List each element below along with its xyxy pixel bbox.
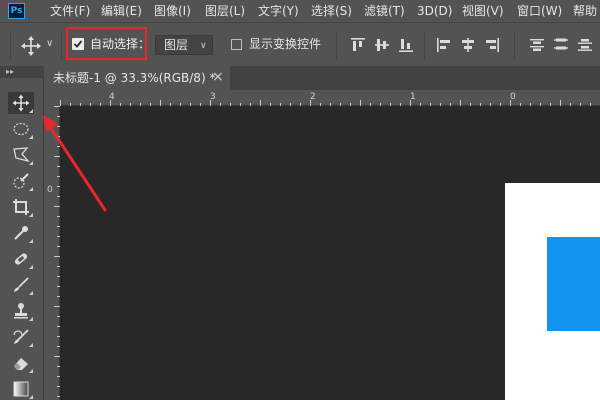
options-separator bbox=[424, 31, 425, 59]
menu-bar: Ps 文件(F) 编辑(E) 图像(I) 图层(L) 文字(Y) 选择(S) 滤… bbox=[0, 0, 600, 22]
menu-layer[interactable]: 图层(L) bbox=[205, 0, 245, 22]
show-transform-checkbox[interactable] bbox=[231, 39, 242, 50]
collapse-arrows-icon[interactable]: ▸▸ bbox=[6, 66, 14, 78]
healing-brush-icon bbox=[14, 253, 28, 265]
menu-file[interactable]: 文件(F) bbox=[50, 0, 90, 22]
document-tab-label: 未标题-1 @ 33.3%(RGB/8) * bbox=[53, 71, 216, 85]
quick-selection-icon bbox=[13, 173, 29, 189]
align-vertical-centers-icon[interactable] bbox=[374, 37, 390, 53]
document-tab[interactable]: 未标题-1 @ 33.3%(RGB/8) * × bbox=[44, 66, 230, 90]
menu-filter[interactable]: 滤镜(T) bbox=[364, 0, 405, 22]
blue-rectangle-layer[interactable] bbox=[547, 237, 600, 331]
panel-collapse-strip[interactable]: ▸▸ bbox=[0, 66, 44, 78]
options-separator bbox=[61, 31, 62, 59]
menu-type[interactable]: 文字(Y) bbox=[258, 0, 299, 22]
distribute-top-icon[interactable] bbox=[529, 37, 545, 53]
align-horizontal-centers-icon[interactable] bbox=[460, 37, 476, 53]
ruler-label: 1 bbox=[410, 92, 416, 102]
align-left-edges-icon[interactable] bbox=[436, 37, 452, 53]
options-separator bbox=[514, 31, 515, 59]
menu-view[interactable]: 视图(V) bbox=[462, 0, 504, 22]
tool-healing-brush[interactable] bbox=[8, 248, 34, 270]
menu-image[interactable]: 图像(I) bbox=[154, 0, 191, 22]
menu-3d[interactable]: 3D(D) bbox=[417, 0, 452, 22]
tool-move[interactable] bbox=[8, 92, 34, 114]
vertical-ruler[interactable]: 0 bbox=[44, 106, 60, 400]
crop-icon bbox=[13, 199, 29, 215]
ruler-ticks bbox=[54, 106, 60, 397]
tool-lasso[interactable] bbox=[8, 144, 34, 166]
align-right-edges-icon[interactable] bbox=[484, 37, 500, 53]
tool-gradient[interactable] bbox=[8, 378, 34, 400]
ruler-label: 2 bbox=[310, 92, 316, 102]
tool-eraser[interactable] bbox=[8, 352, 34, 374]
history-brush-icon bbox=[13, 329, 29, 344]
close-icon[interactable]: × bbox=[212, 68, 224, 86]
highlight-box bbox=[66, 27, 147, 60]
menu-help[interactable]: 帮助 bbox=[573, 0, 597, 22]
move-icon[interactable] bbox=[20, 35, 42, 57]
tool-history-brush[interactable] bbox=[8, 326, 34, 348]
ruler-label: 4 bbox=[109, 92, 115, 102]
auto-select-target-dropdown[interactable]: 图层 ∨ bbox=[155, 35, 213, 55]
tool-brush[interactable] bbox=[8, 274, 34, 296]
eraser-icon bbox=[14, 358, 28, 370]
elliptical-marquee-icon bbox=[13, 122, 29, 136]
chevron-down-icon: ∨ bbox=[200, 41, 207, 51]
ruler-label: 0 bbox=[510, 92, 516, 102]
eyedropper-icon bbox=[14, 226, 28, 240]
tool-quick-selection[interactable] bbox=[8, 170, 34, 192]
distribute-bottom-icon[interactable] bbox=[577, 37, 593, 53]
gradient-icon bbox=[13, 381, 29, 397]
tool-preset-caret-icon[interactable]: ∨ bbox=[46, 38, 53, 49]
dropdown-value: 图层 bbox=[164, 38, 189, 52]
menu-window[interactable]: 窗口(W) bbox=[517, 0, 562, 22]
show-transform-label: 显示变换控件 bbox=[249, 37, 322, 51]
options-grip bbox=[10, 31, 11, 59]
ruler-label: 0 bbox=[47, 185, 53, 195]
ruler-label: 3 bbox=[210, 92, 216, 102]
tools-panel bbox=[0, 78, 44, 400]
ruler-origin[interactable] bbox=[44, 90, 60, 106]
tool-eyedropper[interactable] bbox=[8, 222, 34, 244]
menu-edit[interactable]: 编辑(E) bbox=[101, 0, 142, 22]
tool-crop[interactable] bbox=[8, 196, 34, 218]
align-bottom-edges-icon[interactable] bbox=[398, 37, 414, 53]
tool-marquee[interactable] bbox=[8, 118, 34, 140]
align-top-edges-icon[interactable] bbox=[350, 37, 366, 53]
lasso-icon bbox=[13, 147, 30, 163]
clone-stamp-icon bbox=[14, 303, 28, 319]
ruler-ticks bbox=[60, 100, 591, 106]
document-tab-bar: 未标题-1 @ 33.3%(RGB/8) * × bbox=[44, 66, 600, 90]
distribute-vertical-centers-icon[interactable] bbox=[553, 37, 569, 53]
move-icon bbox=[12, 94, 30, 112]
brush-icon bbox=[14, 277, 29, 292]
photoshop-logo[interactable]: Ps bbox=[8, 3, 25, 19]
horizontal-ruler[interactable]: 4 3 2 1 0 bbox=[60, 90, 600, 106]
tool-clone-stamp[interactable] bbox=[8, 300, 34, 322]
menu-select[interactable]: 选择(S) bbox=[311, 0, 352, 22]
options-separator bbox=[336, 31, 337, 59]
options-bar: ∨ 自动选择： 图层 ∨ 显示变换控件 bbox=[0, 22, 600, 66]
